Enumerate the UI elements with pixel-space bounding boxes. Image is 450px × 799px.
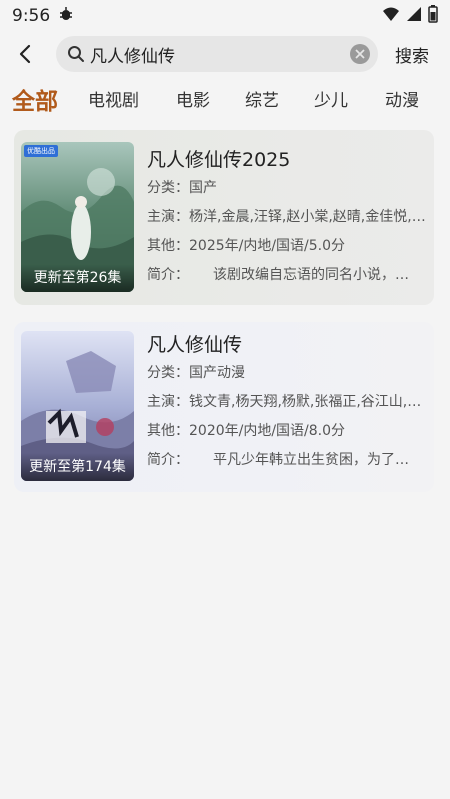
signal-icon [406,6,422,27]
other-label: 其他： [147,423,189,439]
cast-row: 主演：钱文青,杨天翔,杨默,张福正,谷江山,… [147,388,429,417]
category-label: 分类： [147,180,189,196]
category-row: 分类：国产动漫 [147,359,429,388]
poster-badge: 优酷出品 [24,145,58,157]
clear-search-button[interactable] [350,44,370,64]
poster-image: 更新至第174集 [21,331,134,481]
other-row: 其他：2025年/内地/国语/5.0分 [147,232,429,261]
other-label: 其他： [147,238,189,254]
tab-variety[interactable]: 综艺 [245,86,279,111]
category-value: 国产 [189,180,217,196]
tab-anime[interactable]: 动漫 [385,86,419,111]
search-icon [66,44,86,64]
category-value: 国产动漫 [189,365,245,381]
intro-row: 简介： 平凡少年韩立出生贫困，为了… [147,446,429,475]
category-label: 分类： [147,365,189,381]
status-left: 9:56 [12,6,74,27]
tab-all[interactable]: 全部 [12,82,58,116]
intro-row: 简介： 该剧改编自忘语的同名小说，… [147,261,429,290]
intro-value: 该剧改编自忘语的同名小说，… [213,267,409,283]
result-card[interactable]: 更新至第174集 凡人修仙传 分类：国产动漫 主演：钱文青,杨天翔,杨默,张福正… [14,322,434,492]
other-row: 其他：2020年/内地/国语/8.0分 [147,417,429,446]
intro-value: 平凡少年韩立出生贫困，为了… [213,452,409,468]
battery-icon [428,4,438,28]
cast-value: 杨洋,金晨,汪铎,赵小棠,赵晴,金佳悦,… [189,209,426,225]
category-row: 分类：国产 [147,174,429,203]
intro-label: 简介： [147,267,189,283]
bug-icon [58,6,74,27]
episode-update-label: 更新至第26集 [33,270,122,286]
episode-update-label: 更新至第174集 [29,459,126,475]
tab-movies[interactable]: 电影 [176,86,210,111]
search-button[interactable]: 搜索 [395,42,429,67]
status-time: 9:56 [12,6,51,26]
result-info: 凡人修仙传 分类：国产动漫 主演：钱文青,杨天翔,杨默,张福正,谷江山,… 其他… [147,331,429,475]
cast-label: 主演： [147,209,189,225]
close-icon [355,49,365,59]
search-bar-row: 搜索 [0,34,450,74]
tab-tv-series[interactable]: 电视剧 [88,86,139,111]
wifi-icon [382,6,400,27]
result-title[interactable]: 凡人修仙传 [147,331,429,359]
cast-label: 主演： [147,394,189,410]
other-value: 2020年/内地/国语/8.0分 [189,423,346,439]
intro-label: 简介： [147,452,189,468]
result-card[interactable]: 优酷出品 更新至第26集 凡人修仙传2025 分类：国产 主演：杨洋,金晨,汪铎… [14,130,434,305]
cast-row: 主演：杨洋,金晨,汪铎,赵小棠,赵晴,金佳悦,… [147,203,429,232]
status-right [382,4,438,28]
category-tabs: 全部 电视剧 电影 综艺 少儿 动漫 [0,82,450,115]
other-value: 2025年/内地/国语/5.0分 [189,238,346,254]
search-input[interactable] [90,44,336,64]
cast-value: 钱文青,杨天翔,杨默,张福正,谷江山,… [189,394,422,410]
status-bar: 9:56 [0,0,450,32]
back-arrow-icon [19,44,31,64]
poster-image: 优酷出品 更新至第26集 [21,142,134,292]
search-box[interactable] [56,36,378,72]
result-title[interactable]: 凡人修仙传2025 [147,146,429,174]
tab-kids[interactable]: 少儿 [314,86,348,111]
result-info: 凡人修仙传2025 分类：国产 主演：杨洋,金晨,汪铎,赵小棠,赵晴,金佳悦,…… [147,146,429,290]
back-button[interactable] [10,38,42,70]
